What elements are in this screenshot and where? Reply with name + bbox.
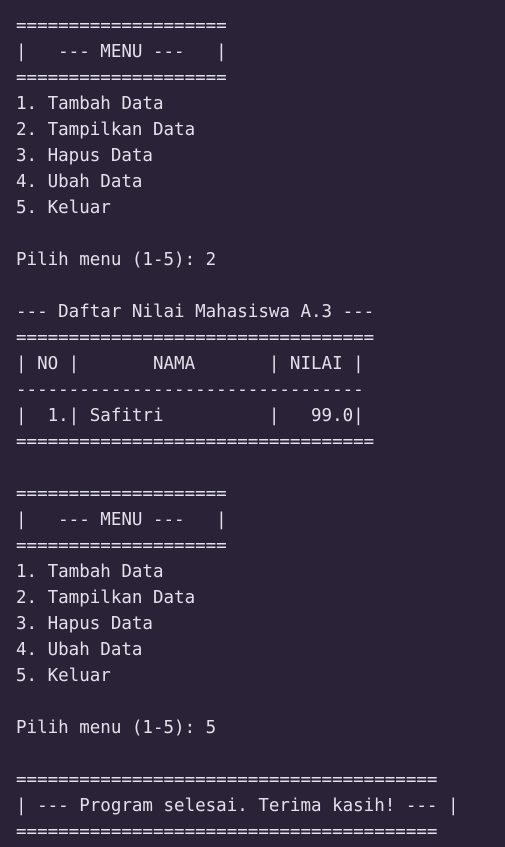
exit-border-top: ========================================: [16, 770, 438, 790]
menu-prompt: Pilih menu (1-5): 2: [16, 250, 217, 270]
exit-border-bottom: ========================================: [16, 822, 438, 842]
table-border-bottom: ==================================: [16, 432, 375, 452]
menu-title: | --- MENU --- |: [16, 42, 227, 62]
menu-option-5: 5. Keluar: [16, 198, 111, 218]
menu-option-2: 2. Tampilkan Data: [16, 588, 196, 608]
menu-option-4: 4. Ubah Data: [16, 172, 143, 192]
table-divider: ---------------------------------: [16, 380, 364, 400]
menu-option-1: 1. Tambah Data: [16, 94, 164, 114]
menu-border-top: ====================: [16, 484, 227, 504]
table-row: | 1.| Safitri | 99.0|: [16, 406, 364, 426]
table-header: | NO | NAMA | NILAI |: [16, 354, 364, 374]
menu-option-5: 5. Keluar: [16, 666, 111, 686]
menu-prompt: Pilih menu (1-5): 5: [16, 718, 217, 738]
menu-option-3: 3. Hapus Data: [16, 614, 153, 634]
terminal-output: ==================== | --- MENU --- | ==…: [0, 0, 505, 847]
exit-message: | --- Program selesai. Terima kasih! ---…: [16, 796, 459, 816]
menu-option-3: 3. Hapus Data: [16, 146, 153, 166]
menu-option-1: 1. Tambah Data: [16, 562, 164, 582]
menu-border-bottom: ====================: [16, 536, 227, 556]
table-border-top: ==================================: [16, 328, 375, 348]
table-title: --- Daftar Nilai Mahasiswa A.3 ---: [16, 302, 375, 322]
menu-title: | --- MENU --- |: [16, 510, 227, 530]
menu-option-4: 4. Ubah Data: [16, 640, 143, 660]
menu-border-top: ====================: [16, 16, 227, 36]
menu-border-bottom: ====================: [16, 68, 227, 88]
menu-option-2: 2. Tampilkan Data: [16, 120, 196, 140]
